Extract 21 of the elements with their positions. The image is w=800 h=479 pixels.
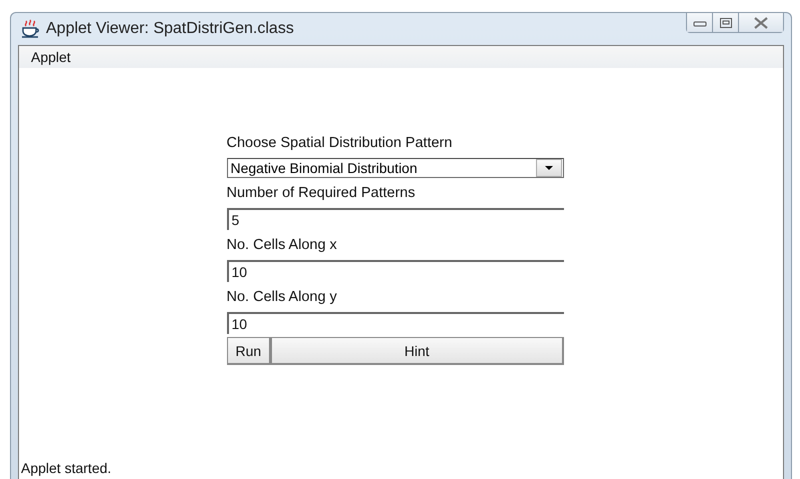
input-field[interactable]: 5 — [226, 208, 564, 230]
input-field[interactable]: 10 — [226, 260, 564, 282]
close-button[interactable] — [739, 13, 783, 32]
close-icon — [753, 16, 769, 28]
field-label: No. Cells Along y — [226, 288, 338, 307]
field-label: Number of Required Patterns — [226, 184, 416, 203]
field-label: No. Cells Along x — [226, 236, 338, 255]
run-button[interactable]: Run — [226, 337, 272, 365]
field-label: Choose Spatial Distribution Pattern — [226, 134, 454, 153]
caret-icon — [536, 159, 562, 177]
minimize-icon — [692, 18, 706, 26]
status-text: Applet started. — [20, 459, 112, 478]
input-field[interactable]: 10 — [226, 312, 564, 334]
menu-item[interactable]: Applet — [27, 49, 75, 65]
maximize-button[interactable] — [713, 13, 739, 32]
teacup-icon — [20, 19, 40, 39]
window-title: Applet Viewer: SpatDistriGen.class — [46, 20, 294, 38]
pattern-dropdown[interactable]: Negative Binomial Distribution — [226, 158, 564, 178]
maximize-icon — [718, 16, 732, 28]
hint-button[interactable]: Hint — [271, 337, 564, 365]
minimize-button[interactable] — [687, 13, 713, 32]
